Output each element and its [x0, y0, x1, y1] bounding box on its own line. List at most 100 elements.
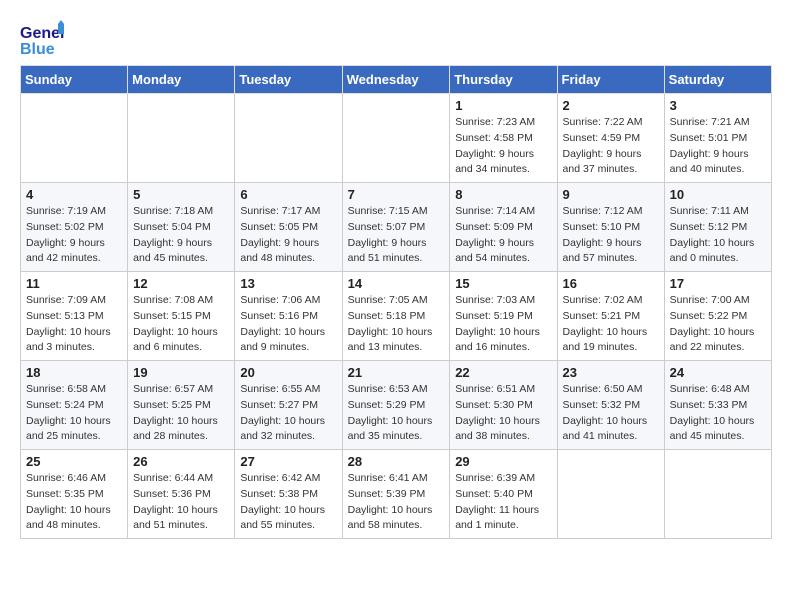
calendar-cell: 23 Sunrise: 6:50 AM Sunset: 5:32 PM Dayli… — [557, 361, 664, 450]
day-info: Sunrise: 6:55 AM Sunset: 5:27 PM Dayligh… — [240, 382, 336, 445]
calendar-cell: 29 Sunrise: 6:39 AM Sunset: 5:40 PM Dayli… — [450, 450, 557, 539]
day-number: 8 — [455, 187, 551, 202]
calendar-cell: 17 Sunrise: 7:00 AM Sunset: 5:22 PM Dayli… — [664, 272, 771, 361]
day-number: 17 — [670, 276, 766, 291]
day-number: 6 — [240, 187, 336, 202]
calendar-cell: 14Sunrise: 7:05 AM Sunset: 5:18 PM Dayli… — [342, 272, 450, 361]
day-info: Sunrise: 7:22 AM Sunset: 4:59 PM Dayligh… — [563, 115, 659, 178]
logo-icon: General Blue — [20, 20, 60, 55]
calendar-cell: 3 Sunrise: 7:21 AM Sunset: 5:01 PM Daylig… — [664, 94, 771, 183]
day-info: Sunrise: 7:11 AM Sunset: 5:12 PM Dayligh… — [670, 204, 766, 267]
day-info: Sunrise: 6:58 AM Sunset: 5:24 PM Dayligh… — [26, 382, 122, 445]
calendar-cell — [342, 94, 450, 183]
calendar-cell: 4 Sunrise: 7:19 AM Sunset: 5:02 PM Daylig… — [21, 183, 128, 272]
calendar-cell: 6 Sunrise: 7:17 AM Sunset: 5:05 PM Daylig… — [235, 183, 342, 272]
day-info: Sunrise: 6:46 AM Sunset: 5:35 PM Dayligh… — [26, 471, 122, 534]
week-row-1: 4 Sunrise: 7:19 AM Sunset: 5:02 PM Daylig… — [21, 183, 772, 272]
day-number: 3 — [670, 98, 766, 113]
day-number: 27 — [240, 454, 336, 469]
day-number: 19 — [133, 365, 229, 380]
day-number: 5 — [133, 187, 229, 202]
calendar-cell: 18 Sunrise: 6:58 AM Sunset: 5:24 PM Dayli… — [21, 361, 128, 450]
day-number: 12 — [133, 276, 229, 291]
calendar-cell: 20 Sunrise: 6:55 AM Sunset: 5:27 PM Dayli… — [235, 361, 342, 450]
day-number: 7 — [348, 187, 445, 202]
day-info: Sunrise: 7:12 AM Sunset: 5:10 PM Dayligh… — [563, 204, 659, 267]
day-number: 25 — [26, 454, 122, 469]
day-number: 16 — [563, 276, 659, 291]
day-info: Sunrise: 7:00 AM Sunset: 5:22 PM Dayligh… — [670, 293, 766, 356]
day-number: 29 — [455, 454, 551, 469]
calendar-cell: 9 Sunrise: 7:12 AM Sunset: 5:10 PM Daylig… — [557, 183, 664, 272]
day-number: 4 — [26, 187, 122, 202]
weekday-header-row: SundayMondayTuesdayWednesdayThursdayFrid… — [21, 66, 772, 94]
calendar-cell: 22 Sunrise: 6:51 AM Sunset: 5:30 PM Dayli… — [450, 361, 557, 450]
calendar-cell — [235, 94, 342, 183]
week-row-2: 11 Sunrise: 7:09 AM Sunset: 5:13 PM Dayli… — [21, 272, 772, 361]
weekday-header-thursday: Thursday — [450, 66, 557, 94]
week-row-3: 18 Sunrise: 6:58 AM Sunset: 5:24 PM Dayli… — [21, 361, 772, 450]
weekday-header-friday: Friday — [557, 66, 664, 94]
day-number: 2 — [563, 98, 659, 113]
week-row-0: 1 Sunrise: 7:23 AM Sunset: 4:58 PM Daylig… — [21, 94, 772, 183]
day-number: 22 — [455, 365, 551, 380]
day-number: 18 — [26, 365, 122, 380]
day-number: 24 — [670, 365, 766, 380]
calendar-cell: 21Sunrise: 6:53 AM Sunset: 5:29 PM Dayli… — [342, 361, 450, 450]
day-info: Sunrise: 7:14 AM Sunset: 5:09 PM Dayligh… — [455, 204, 551, 267]
day-info: Sunrise: 6:53 AM Sunset: 5:29 PM Dayligh… — [348, 382, 445, 445]
day-info: Sunrise: 6:48 AM Sunset: 5:33 PM Dayligh… — [670, 382, 766, 445]
calendar-cell: 13 Sunrise: 7:06 AM Sunset: 5:16 PM Dayli… — [235, 272, 342, 361]
calendar-cell: 26 Sunrise: 6:44 AM Sunset: 5:36 PM Dayli… — [128, 450, 235, 539]
day-info: Sunrise: 7:17 AM Sunset: 5:05 PM Dayligh… — [240, 204, 336, 267]
calendar-cell: 2 Sunrise: 7:22 AM Sunset: 4:59 PM Daylig… — [557, 94, 664, 183]
calendar-cell: 8 Sunrise: 7:14 AM Sunset: 5:09 PM Daylig… — [450, 183, 557, 272]
calendar-cell — [664, 450, 771, 539]
calendar-cell: 15Sunrise: 7:03 AM Sunset: 5:19 PM Dayli… — [450, 272, 557, 361]
day-info: Sunrise: 6:42 AM Sunset: 5:38 PM Dayligh… — [240, 471, 336, 534]
day-number: 10 — [670, 187, 766, 202]
weekday-header-sunday: Sunday — [21, 66, 128, 94]
day-info: Sunrise: 6:50 AM Sunset: 5:32 PM Dayligh… — [563, 382, 659, 445]
day-number: 14 — [348, 276, 445, 291]
calendar-cell: 16Sunrise: 7:02 AM Sunset: 5:21 PM Dayli… — [557, 272, 664, 361]
day-info: Sunrise: 6:39 AM Sunset: 5:40 PM Dayligh… — [455, 471, 551, 534]
day-info: Sunrise: 6:41 AM Sunset: 5:39 PM Dayligh… — [348, 471, 445, 534]
day-info: Sunrise: 6:57 AM Sunset: 5:25 PM Dayligh… — [133, 382, 229, 445]
day-info: Sunrise: 6:44 AM Sunset: 5:36 PM Dayligh… — [133, 471, 229, 534]
header-area: General Blue — [20, 20, 772, 55]
calendar-cell: 10 Sunrise: 7:11 AM Sunset: 5:12 PM Dayli… — [664, 183, 771, 272]
calendar-cell: 1 Sunrise: 7:23 AM Sunset: 4:58 PM Daylig… — [450, 94, 557, 183]
weekday-header-wednesday: Wednesday — [342, 66, 450, 94]
logo: General Blue — [20, 20, 64, 55]
calendar-cell: 19 Sunrise: 6:57 AM Sunset: 5:25 PM Dayli… — [128, 361, 235, 450]
day-info: Sunrise: 7:21 AM Sunset: 5:01 PM Dayligh… — [670, 115, 766, 178]
weekday-header-tuesday: Tuesday — [235, 66, 342, 94]
calendar-cell: 27 Sunrise: 6:42 AM Sunset: 5:38 PM Dayli… — [235, 450, 342, 539]
calendar-cell: 24 Sunrise: 6:48 AM Sunset: 5:33 PM Dayli… — [664, 361, 771, 450]
calendar-cell: 25 Sunrise: 6:46 AM Sunset: 5:35 PM Dayli… — [21, 450, 128, 539]
calendar-cell: 12 Sunrise: 7:08 AM Sunset: 5:15 PM Dayli… — [128, 272, 235, 361]
day-info: Sunrise: 7:18 AM Sunset: 5:04 PM Dayligh… — [133, 204, 229, 267]
day-number: 15 — [455, 276, 551, 291]
day-number: 26 — [133, 454, 229, 469]
calendar-cell: 28Sunrise: 6:41 AM Sunset: 5:39 PM Dayli… — [342, 450, 450, 539]
day-number: 13 — [240, 276, 336, 291]
day-info: Sunrise: 7:19 AM Sunset: 5:02 PM Dayligh… — [26, 204, 122, 267]
day-info: Sunrise: 7:06 AM Sunset: 5:16 PM Dayligh… — [240, 293, 336, 356]
day-info: Sunrise: 7:23 AM Sunset: 4:58 PM Dayligh… — [455, 115, 551, 178]
day-info: Sunrise: 6:51 AM Sunset: 5:30 PM Dayligh… — [455, 382, 551, 445]
day-info: Sunrise: 7:09 AM Sunset: 5:13 PM Dayligh… — [26, 293, 122, 356]
day-number: 1 — [455, 98, 551, 113]
day-number: 20 — [240, 365, 336, 380]
calendar-cell — [557, 450, 664, 539]
day-number: 9 — [563, 187, 659, 202]
day-info: Sunrise: 7:15 AM Sunset: 5:07 PM Dayligh… — [348, 204, 445, 267]
svg-text:General: General — [20, 25, 64, 42]
weekday-header-monday: Monday — [128, 66, 235, 94]
calendar-cell: 11 Sunrise: 7:09 AM Sunset: 5:13 PM Dayli… — [21, 272, 128, 361]
day-number: 23 — [563, 365, 659, 380]
weekday-header-saturday: Saturday — [664, 66, 771, 94]
day-info: Sunrise: 7:08 AM Sunset: 5:15 PM Dayligh… — [133, 293, 229, 356]
day-number: 11 — [26, 276, 122, 291]
